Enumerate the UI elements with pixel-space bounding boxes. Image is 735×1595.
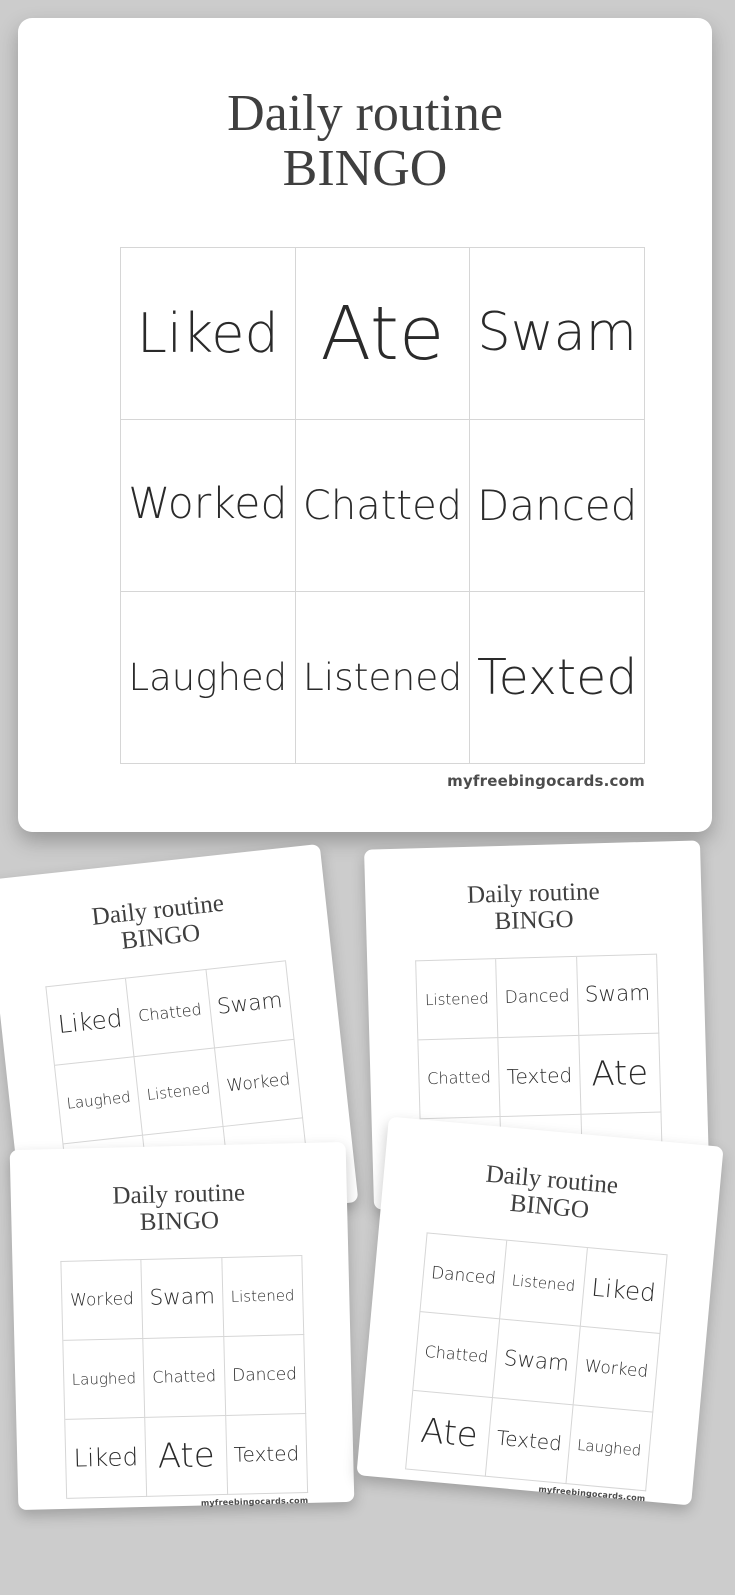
bingo-cell[interactable]: Ate xyxy=(295,248,471,420)
bingo-cell[interactable]: Worked xyxy=(61,1259,144,1341)
bingo-cell-label: Danced xyxy=(477,480,638,530)
bingo-cell[interactable]: Danced xyxy=(470,420,645,592)
bingo-cell[interactable]: Listened xyxy=(222,1256,305,1337)
bingo-cell-label: Listened xyxy=(424,988,489,1009)
bingo-cell-label: Swam xyxy=(149,1284,216,1312)
bingo-cell[interactable]: Listened xyxy=(500,1240,588,1327)
bingo-cell-label: Danced xyxy=(430,1262,497,1289)
bingo-cell[interactable]: Liked xyxy=(46,978,135,1066)
watermark: myfreebingocards.com xyxy=(200,1495,309,1508)
bingo-cell-label: Chatted xyxy=(423,1341,489,1367)
bingo-cell[interactable]: Listened xyxy=(416,959,499,1041)
bingo-cell-label: Laughed xyxy=(65,1087,132,1113)
bingo-cell-label: Chatted xyxy=(152,1366,217,1387)
bingo-cell[interactable]: Chatted xyxy=(418,1038,501,1120)
bingo-cell-label: Swam xyxy=(477,302,637,364)
bingo-cell-label: Worked xyxy=(128,480,288,530)
bingo-cell[interactable]: Danced xyxy=(420,1233,508,1320)
bingo-cell-label: Ate xyxy=(419,1410,480,1456)
bingo-cell-label: Texted xyxy=(506,1063,573,1089)
bingo-cell-label: Chatted xyxy=(427,1067,492,1089)
bingo-cell-label: Liked xyxy=(590,1272,657,1308)
bingo-cell[interactable]: Worked xyxy=(214,1039,304,1127)
bingo-card-thumbnail-3[interactable]: Daily routine BINGO Worked Swam Listened… xyxy=(9,1141,355,1511)
bingo-cell[interactable]: Liked xyxy=(65,1417,148,1499)
bingo-cell[interactable]: Chatted xyxy=(126,969,215,1058)
bingo-cell-label: Worked xyxy=(225,1069,292,1096)
bingo-cell-label: Liked xyxy=(136,301,279,365)
card-title: Daily routine BINGO xyxy=(90,889,226,955)
bingo-cell-label: Listened xyxy=(230,1285,295,1306)
bingo-cell-label: Danced xyxy=(504,985,570,1008)
bingo-cell-label: Swam xyxy=(584,981,651,1008)
bingo-cell[interactable]: Chatted xyxy=(295,420,471,592)
bingo-cell[interactable]: Laughed xyxy=(63,1338,146,1420)
bingo-cell-label: Texted xyxy=(495,1425,563,1456)
bingo-cell-label: Liked xyxy=(56,1003,124,1039)
bingo-cell[interactable]: Danced xyxy=(496,956,579,1039)
bingo-grid: Danced Listened Liked Chatted Swam Worke… xyxy=(405,1232,668,1492)
bingo-cell[interactable]: Ate xyxy=(145,1415,228,1497)
bingo-cell-label: Ate xyxy=(320,290,445,377)
bingo-cell-label: Swam xyxy=(502,1346,571,1378)
bingo-cell[interactable]: Chatted xyxy=(143,1336,226,1418)
bingo-cell-label: Listened xyxy=(145,1078,212,1104)
bingo-cell-label: Laughed xyxy=(128,656,288,699)
bingo-cell-label: Listened xyxy=(302,654,463,699)
bingo-card-collage: Daily routine BINGO Liked Ate Swam Worke… xyxy=(0,0,735,1595)
bingo-cell-label: Chatted xyxy=(137,999,203,1026)
bingo-cell[interactable]: Swam xyxy=(493,1319,581,1406)
bingo-grid: Worked Swam Listened Laughed Chatted Dan… xyxy=(60,1255,309,1499)
bingo-cell[interactable]: Ate xyxy=(578,1033,662,1115)
bingo-grid: Liked Ate Swam Worked Chatted Danced Lau… xyxy=(120,247,645,764)
bingo-cell-label: Texted xyxy=(233,1441,300,1467)
bingo-cell[interactable]: Liked xyxy=(121,248,296,420)
bingo-cell[interactable]: Texted xyxy=(470,592,645,764)
bingo-cell-label: Swam xyxy=(215,988,284,1021)
bingo-cell-label: Ate xyxy=(590,1052,649,1095)
bingo-cell[interactable]: Liked xyxy=(580,1248,668,1335)
card-title: Daily routine BINGO xyxy=(466,878,600,935)
bingo-cell[interactable]: Danced xyxy=(223,1335,307,1416)
card-title: Daily routine BINGO xyxy=(484,1160,620,1224)
bingo-cell-label: Ate xyxy=(157,1435,216,1477)
bingo-cell-label: Liked xyxy=(73,1441,139,1473)
bingo-cell[interactable]: Swam xyxy=(470,248,645,420)
watermark: myfreebingocards.com xyxy=(447,772,645,790)
bingo-cell[interactable]: Texted xyxy=(225,1413,309,1495)
bingo-card-thumbnail-4[interactable]: Daily routine BINGO Danced Listened Like… xyxy=(356,1116,724,1506)
bingo-cell[interactable]: Worked xyxy=(573,1326,661,1413)
bingo-cell[interactable]: Texted xyxy=(486,1398,574,1485)
bingo-cell[interactable]: Listened xyxy=(134,1048,224,1136)
bingo-cell-label: Worked xyxy=(583,1355,650,1382)
card-title: Daily routine BINGO xyxy=(112,1179,246,1236)
bingo-cell-label: Texted xyxy=(476,649,638,706)
bingo-cell-label: Worked xyxy=(69,1288,135,1311)
bingo-cell[interactable]: Laughed xyxy=(121,592,296,764)
bingo-cell[interactable]: Chatted xyxy=(413,1312,501,1399)
bingo-cell[interactable]: Worked xyxy=(121,420,296,592)
bingo-cell[interactable]: Laughed xyxy=(54,1057,144,1145)
bingo-cell-label: Listened xyxy=(511,1270,577,1295)
bingo-cell[interactable]: Listened xyxy=(295,592,471,764)
card-title: Daily routine BINGO xyxy=(227,85,503,198)
bingo-cell-label: Laughed xyxy=(576,1435,643,1460)
bingo-cell[interactable]: Swam xyxy=(141,1258,224,1339)
bingo-cell[interactable]: Ate xyxy=(406,1390,494,1477)
bingo-cell[interactable]: Laughed xyxy=(566,1405,654,1492)
bingo-card-main[interactable]: Daily routine BINGO Liked Ate Swam Worke… xyxy=(18,18,712,832)
bingo-cell-label: Chatted xyxy=(302,482,463,529)
bingo-cell[interactable]: Swam xyxy=(576,954,660,1036)
bingo-cell-label: Laughed xyxy=(71,1368,137,1389)
bingo-cell[interactable]: Texted xyxy=(498,1035,582,1118)
bingo-cell[interactable]: Swam xyxy=(206,961,295,1049)
bingo-cell-label: Danced xyxy=(231,1363,298,1386)
